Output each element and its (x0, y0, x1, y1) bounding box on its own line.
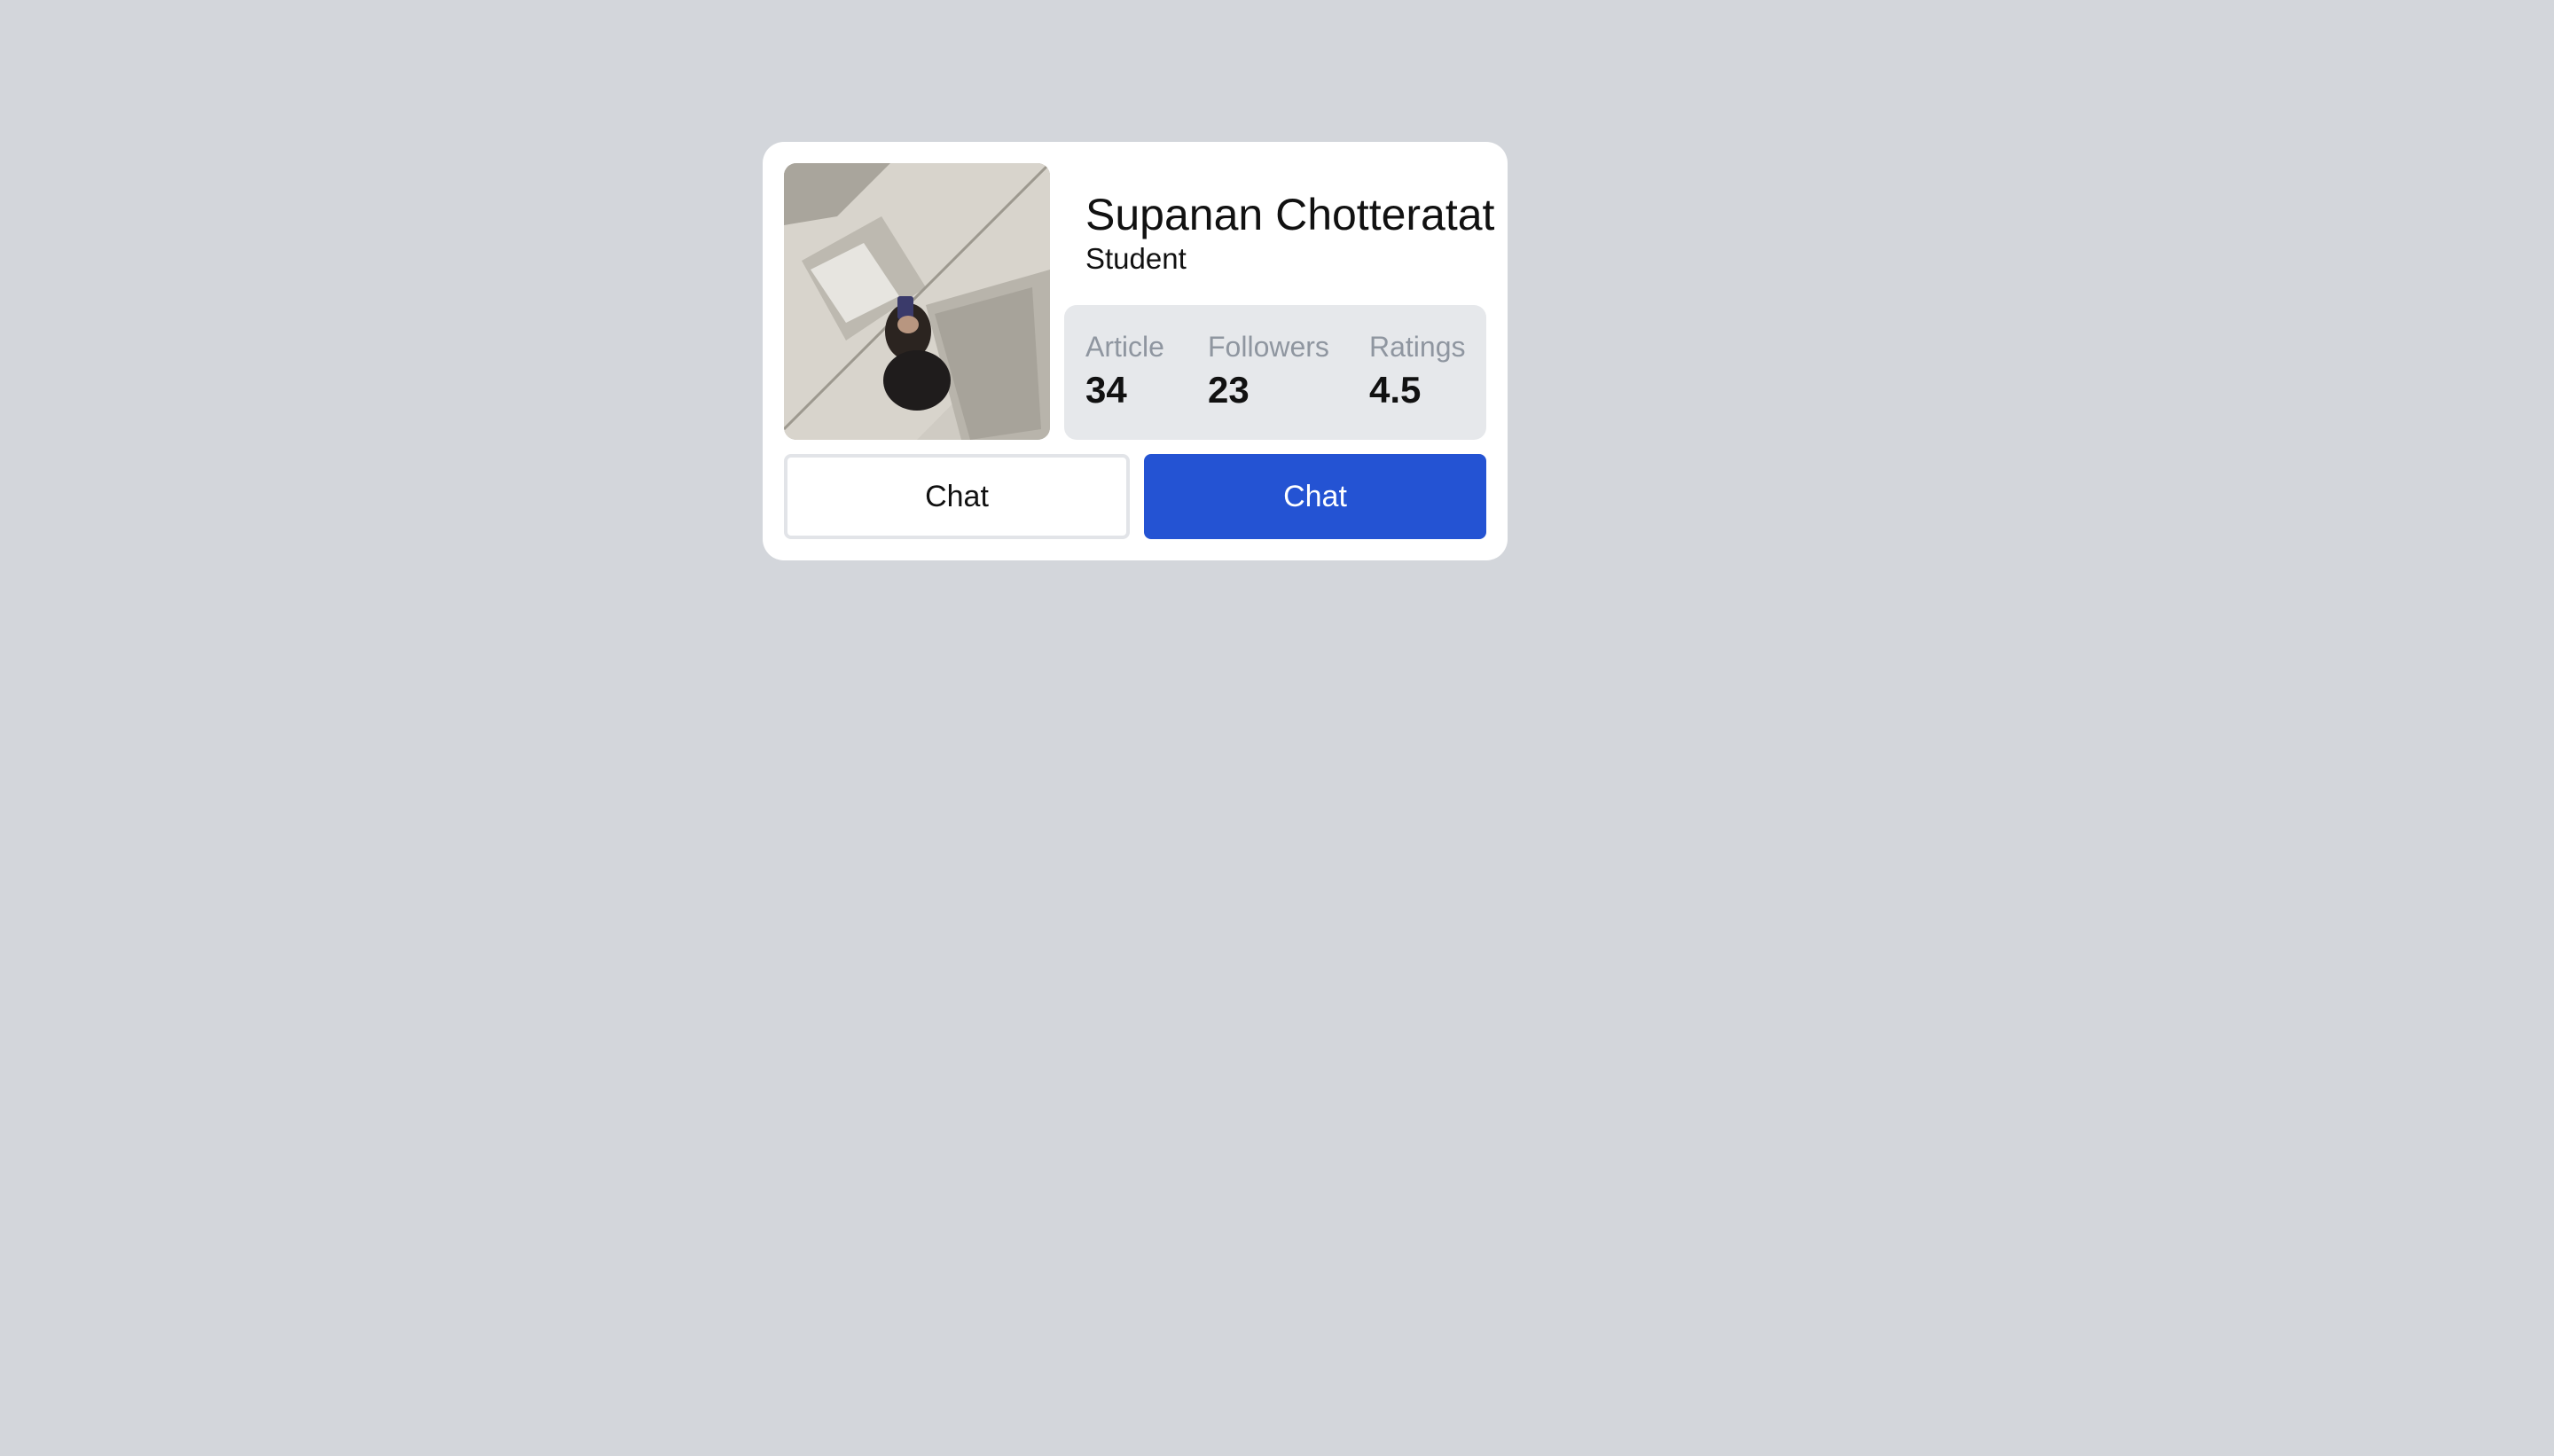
stat-followers-label: Followers (1208, 331, 1329, 363)
profile-photo-image (784, 163, 1050, 440)
profile-role: Student (1085, 242, 1187, 275)
stat-followers-value: 23 (1208, 369, 1250, 411)
stat-ratings: Ratings 4.5 (1369, 330, 1466, 411)
stat-article-label: Article (1085, 331, 1164, 363)
stats-panel: Article 34 Followers 23 Ratings 4.5 (1064, 305, 1486, 440)
stat-followers: Followers 23 (1208, 330, 1329, 411)
profile-photo (784, 163, 1050, 440)
stat-ratings-value: 4.5 (1369, 369, 1422, 411)
chat-button-secondary[interactable]: Chat (784, 454, 1130, 539)
profile-card: Supanan Chotteratat Student Article 34 F… (763, 142, 1508, 560)
profile-info: Supanan Chotteratat Student (1085, 188, 1494, 277)
profile-name: Supanan Chotteratat (1085, 190, 1495, 239)
stat-article-value: 34 (1085, 369, 1127, 411)
chat-button-primary[interactable]: Chat (1144, 454, 1486, 539)
stat-ratings-label: Ratings (1369, 331, 1466, 363)
stat-article: Article 34 (1085, 330, 1164, 411)
